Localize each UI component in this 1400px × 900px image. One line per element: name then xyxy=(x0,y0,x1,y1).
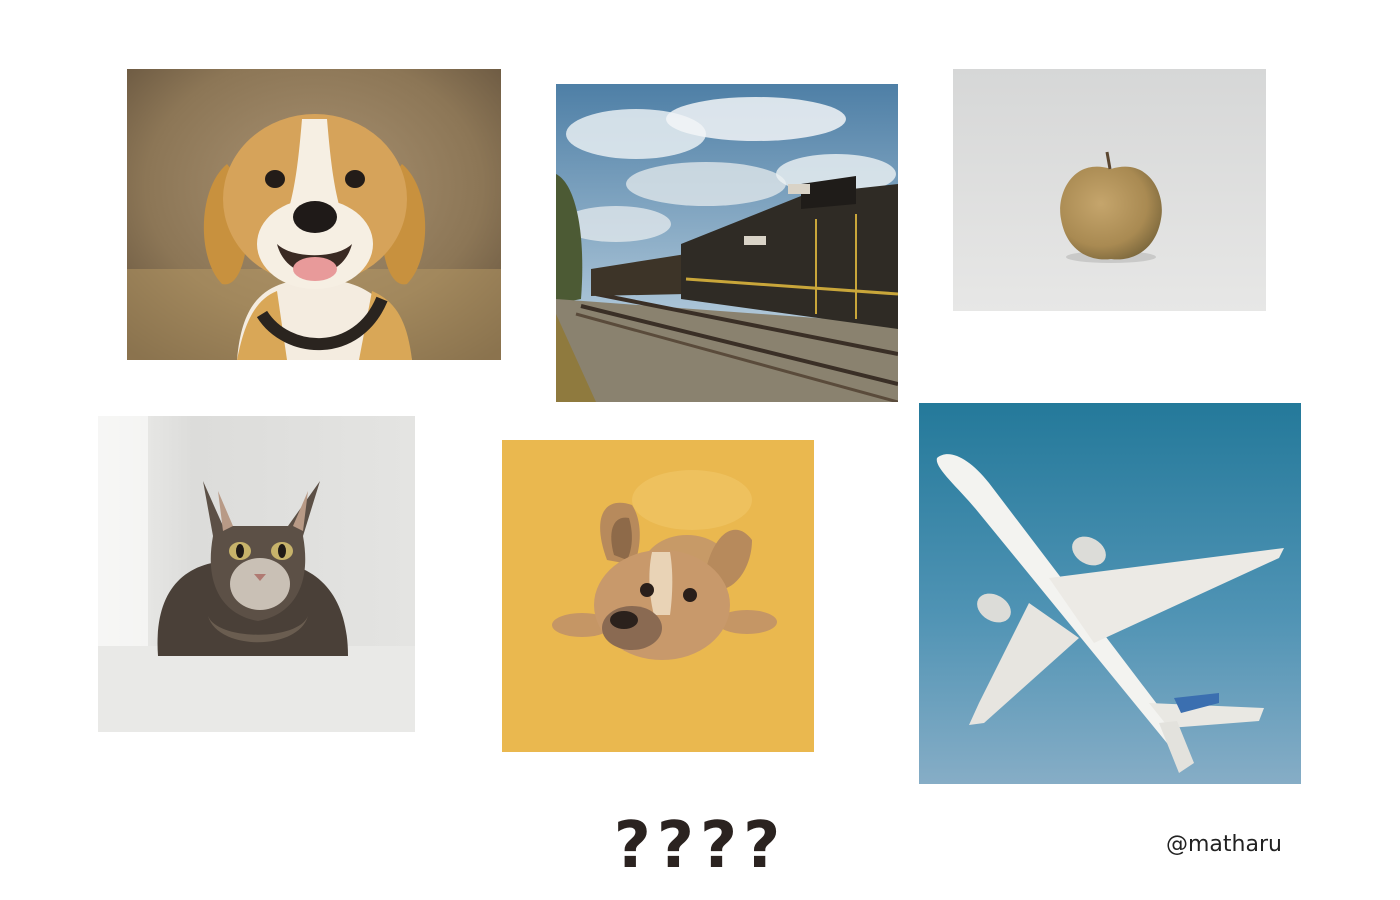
bulldog-photo xyxy=(502,440,814,752)
apple-photo xyxy=(953,69,1266,311)
cat-photo xyxy=(98,416,415,732)
train-photo xyxy=(556,84,898,402)
beagle-photo xyxy=(127,69,501,360)
author-credit: @matharu xyxy=(1166,832,1282,857)
airplane-photo xyxy=(919,403,1301,784)
